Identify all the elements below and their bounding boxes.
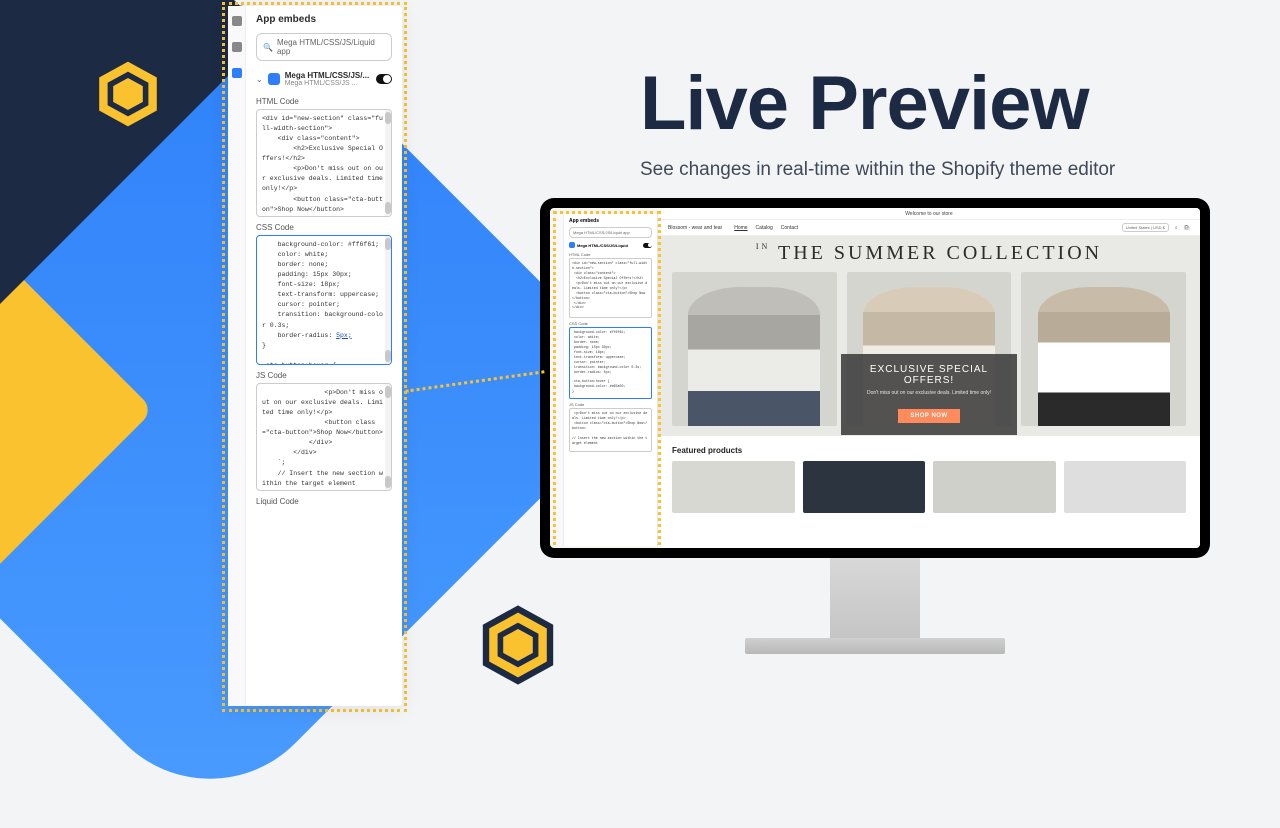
monitor-stand-base [745,638,1005,654]
app-embed-item[interactable]: Mega HTML/CSS/JS/Liquid [569,242,652,248]
shop-now-button[interactable]: SHOP NOW [898,409,959,423]
embed-toggle[interactable] [376,74,392,84]
html-code-textarea[interactable]: <div id="new-section" class="full-width-… [256,109,392,217]
css-code-label: CSS Code [256,223,392,232]
monitor-stand-neck [830,558,920,638]
hero-image [1021,272,1186,426]
app-embed-item[interactable]: ⌄ Mega HTML/CSS/JS/... Mega HTML/CSS/JS … [256,71,392,87]
editor-icon-rail [556,214,564,546]
embed-toggle[interactable] [643,243,652,248]
embed-subtitle: Mega HTML/CSS/JS ... [285,80,371,87]
headline-title: Live Preview [640,60,1115,147]
product-card[interactable] [672,461,795,513]
hero-title: IN THE SUMMER COLLECTION [658,242,1200,265]
headline-subtitle: See changes in real-time within the Shop… [640,159,1115,181]
js-code-label: JS Code [569,402,652,407]
offer-body: Don't miss out on our exclusive deals. L… [853,390,1005,396]
scrollbar[interactable] [385,110,391,216]
store-brand[interactable]: Blossom - wear and tear [668,225,722,231]
embed-title: Mega HTML/CSS/JS/Liquid [577,243,641,248]
storefront-preview: Welcome to our store Blossom - wear and … [658,208,1200,548]
editor-icon-rail [228,6,246,706]
search-text: Mega HTML/CSS/JS/Liquid app [277,38,385,56]
html-code-label: HTML Code [256,97,392,106]
sections-icon[interactable] [232,16,242,26]
monitor-mockup: App embeds Mega HTML/CSS/JS/Liquid app M… [540,198,1210,654]
nav-contact[interactable]: Contact [781,225,798,231]
monitor-screen: App embeds Mega HTML/CSS/JS/Liquid app M… [540,198,1210,558]
html-code-textarea[interactable]: <div id="new-section" class="full-width-… [569,258,652,318]
embed-title: Mega HTML/CSS/JS/... [285,71,371,80]
mini-theme-editor: App embeds Mega HTML/CSS/JS/Liquid app M… [556,214,658,546]
scrollbar[interactable] [385,384,391,490]
nav-catalog[interactable]: Catalog [756,225,773,231]
offer-overlay: EXCLUSIVE SPECIAL OFFERS! Don't miss out… [841,354,1017,435]
html-code-label: HTML Code [569,252,652,257]
js-code-label: JS Code [256,371,392,380]
hero-section: IN THE SUMMER COLLECTION EXCLUSIVE SPECI… [658,236,1200,436]
chevron-down-icon[interactable]: ⌄ [256,75,263,84]
hexagon-icon [88,54,168,134]
js-code-textarea[interactable]: <p>Don't miss out on our exclusive deals… [256,383,392,491]
search-icon: 🔍 [263,43,273,52]
app-search-input[interactable]: Mega HTML/CSS/JS/Liquid app [569,227,652,238]
settings-icon[interactable] [232,42,242,52]
cart-icon[interactable]: 🛍 [1184,225,1190,231]
product-card[interactable] [1064,461,1187,513]
css-code-textarea[interactable]: background-color: #ff6f61; color: white;… [569,327,652,399]
locale-selector[interactable]: United States | USD $ [1122,223,1169,232]
js-code-textarea[interactable]: <p>Don't miss out on our exclusive deals… [569,408,652,452]
featured-products: Featured products [658,436,1200,523]
featured-title: Featured products [672,446,1186,455]
theme-editor-panel: App embeds 🔍 Mega HTML/CSS/JS/Liquid app… [228,6,402,706]
offer-title: EXCLUSIVE SPECIAL OFFERS! [853,364,1005,386]
liquid-code-label: Liquid Code [256,497,392,506]
app-icon [268,73,280,85]
panel-title: App embeds [569,218,652,224]
product-card[interactable] [933,461,1056,513]
css-code-label: CSS Code [569,321,652,326]
search-icon[interactable]: ⌕ [1175,225,1178,231]
panel-title: App embeds [256,14,392,25]
app-embeds-icon[interactable] [232,68,242,78]
scrollbar[interactable] [385,236,391,364]
hero-image [672,272,837,426]
announcement-bar: Welcome to our store [658,208,1200,220]
store-header: Blossom - wear and tear Home Catalog Con… [658,220,1200,236]
app-icon [569,242,575,248]
css-code-textarea[interactable]: background-color: #ff6f61; color: white;… [256,235,392,365]
app-search-input[interactable]: 🔍 Mega HTML/CSS/JS/Liquid app [256,33,392,61]
nav-home[interactable]: Home [734,225,747,231]
product-card[interactable] [803,461,926,513]
headline: Live Preview See changes in real-time wi… [640,60,1115,181]
